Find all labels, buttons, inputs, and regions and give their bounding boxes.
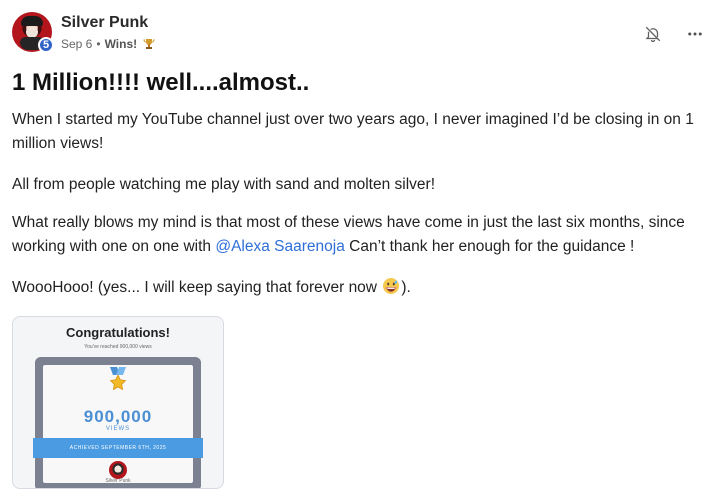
post-paragraph-1: When I started my YouTube channel just o… bbox=[12, 111, 694, 152]
post-header: 5 Silver Punk Sep 6 • Wins! bbox=[12, 12, 707, 56]
milestone-image-card[interactable]: Congratulations! You've reached 900,000 … bbox=[12, 316, 224, 489]
level-badge: 5 bbox=[38, 37, 54, 53]
meta-separator: • bbox=[96, 37, 101, 51]
paragraph-4-before-text: WoooHooo! (yes... I will keep saying tha… bbox=[12, 279, 382, 296]
paragraph-3-after-text: Can’t thank her enough for the guidance … bbox=[344, 238, 635, 255]
paragraph-4-after-text: ). bbox=[401, 279, 411, 296]
trophy-icon bbox=[143, 39, 155, 49]
more-horizontal-icon[interactable] bbox=[683, 22, 707, 46]
post-paragraph-4: WoooHooo! (yes... I will keep saying tha… bbox=[12, 276, 716, 300]
card-subtitle: You've reached 900,000 views bbox=[84, 344, 152, 350]
post-paragraph-3: What really blows my mind is that most o… bbox=[12, 211, 716, 259]
post-date[interactable]: Sep 6 bbox=[61, 37, 92, 51]
card-avatar bbox=[109, 461, 127, 479]
achievement-banner: ACHIEVED SEPTEMBER 6TH, 2025 bbox=[33, 438, 203, 458]
post-actions bbox=[641, 22, 707, 46]
achievement-frame-inner: 900,000 VIEWS ACHIEVED SEPTEMBER 6TH, 20… bbox=[33, 365, 203, 484]
author-name[interactable]: Silver Punk bbox=[61, 14, 148, 32]
bell-off-icon[interactable] bbox=[641, 22, 665, 46]
star-ribbon-icon bbox=[109, 367, 127, 391]
post-paragraph-2: All from people watching me play with sa… bbox=[12, 176, 436, 193]
views-label: VIEWS bbox=[105, 426, 131, 432]
card-author-name: Silver Punk bbox=[105, 478, 131, 484]
grinning-sweat-emoji-icon bbox=[383, 278, 400, 294]
card-title: Congratulations! bbox=[66, 325, 170, 340]
post-meta: Sep 6 • Wins! bbox=[61, 37, 155, 51]
post-title: 1 Million!!!! well....almost.. bbox=[12, 69, 310, 96]
achievement-frame: 900,000 VIEWS ACHIEVED SEPTEMBER 6TH, 20… bbox=[33, 357, 203, 488]
avatar-hat-shape bbox=[21, 16, 43, 26]
view-count: 900,000 bbox=[83, 407, 153, 426]
mention-link[interactable]: @Alexa Saarenoja bbox=[215, 238, 344, 255]
category-link[interactable]: Wins! bbox=[105, 37, 138, 51]
